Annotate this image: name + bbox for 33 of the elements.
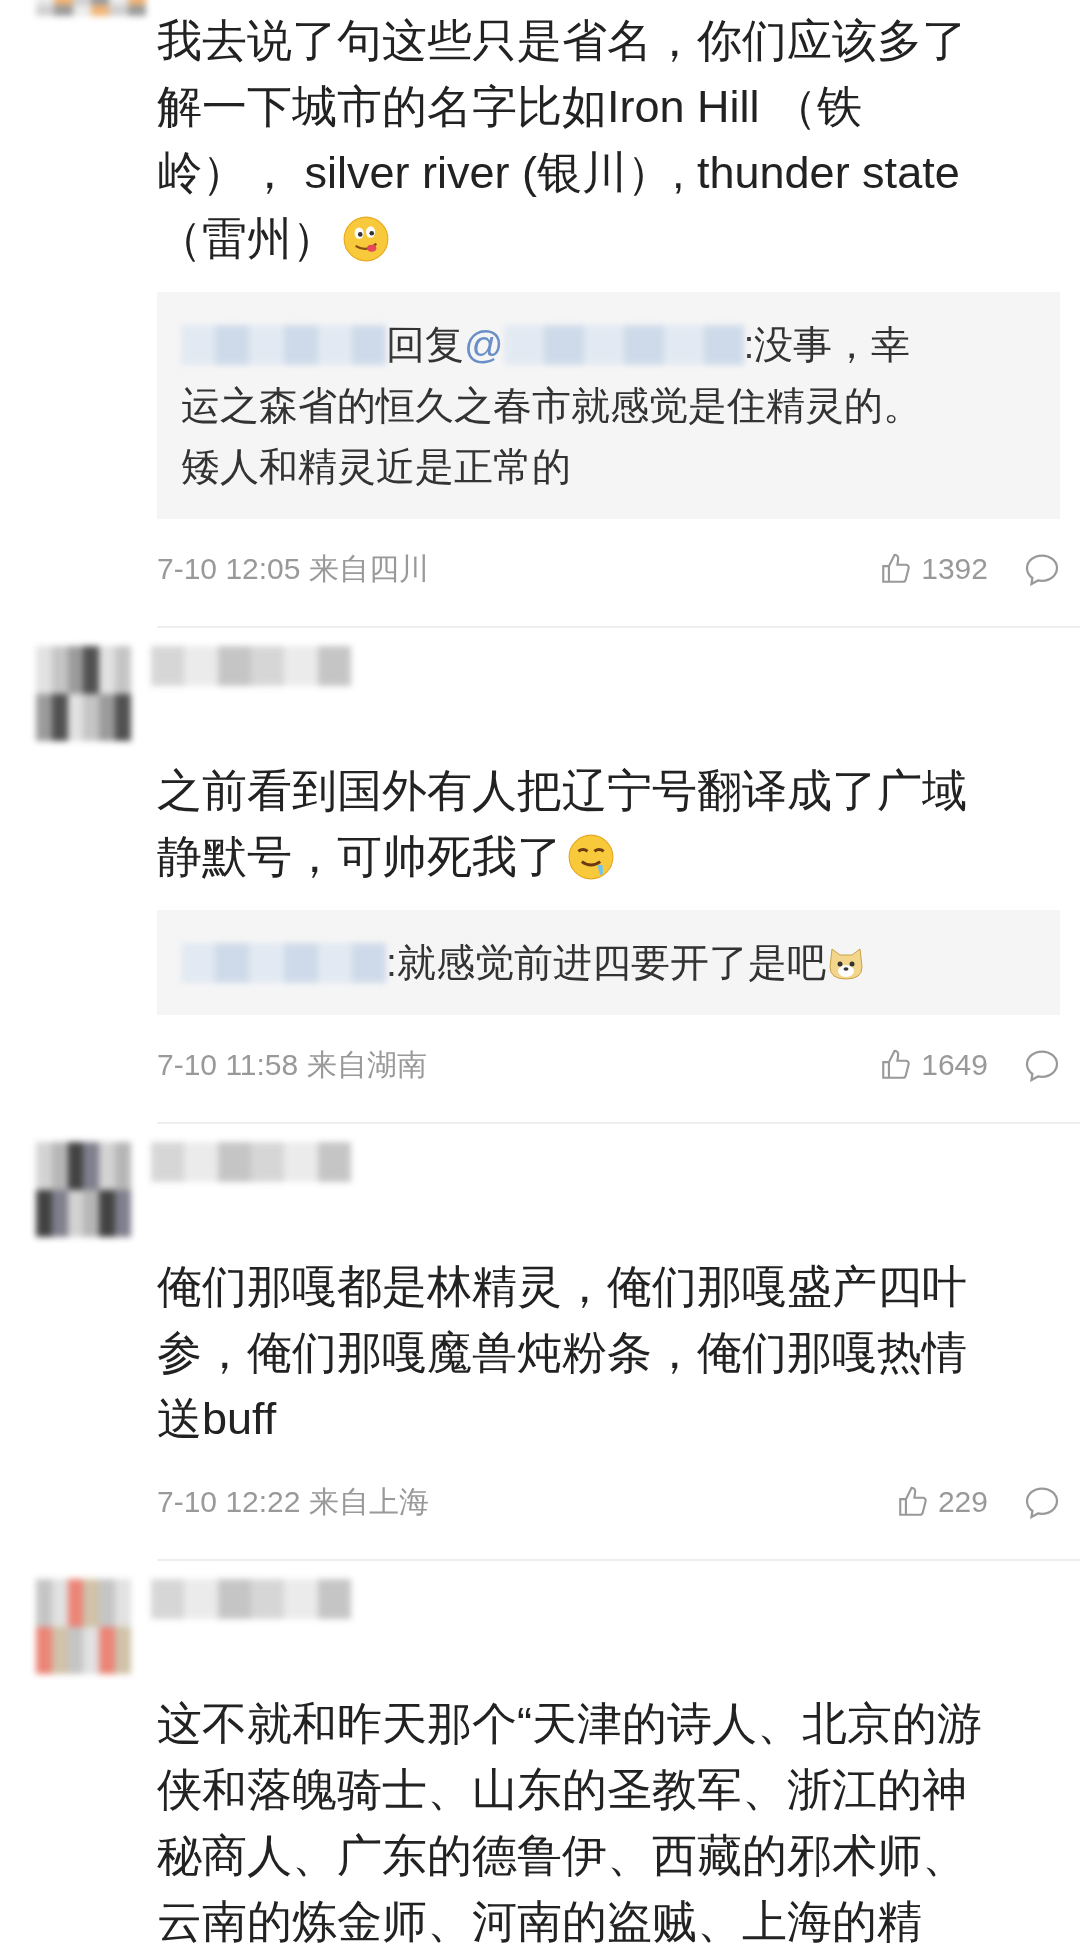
comment-text: （雷州） — [157, 212, 337, 266]
comment-text: 解一下城市的名字比如Iron Hill （铁 — [157, 80, 863, 134]
comment-text: 秘商人、广东的德鲁伊、西藏的邪术师、 — [157, 1829, 967, 1883]
speech-bubble-icon — [1024, 552, 1060, 586]
comment-time: 7-10 11:58 来自湖南 — [157, 1046, 427, 1083]
comment-button[interactable] — [1024, 1485, 1060, 1519]
mention-link[interactable]: @ — [464, 314, 504, 375]
like-button[interactable]: 1649 — [879, 1048, 988, 1082]
comment-text: 送buff — [157, 1392, 277, 1446]
reply-text: 矮人和精灵近是正常的 — [181, 444, 571, 490]
comment-text: 参，俺们那嘎魔兽炖粉条，俺们那嘎热情 — [157, 1326, 967, 1380]
drooling-face-icon — [568, 834, 614, 880]
comment-text: 之前看到国外有人把辽宁号翻译成了广域 — [157, 764, 967, 818]
comment-text: 俺们那嘎都是林精灵，俺们那嘎盛产四叶 — [157, 1260, 967, 1314]
comment-button[interactable] — [1024, 552, 1060, 586]
tongue-face-icon — [343, 216, 389, 262]
comment-text: 我去说了句这些只是省名，你们应该多了 — [157, 14, 967, 68]
comment-time: 7-10 12:05 来自四川 — [157, 550, 429, 587]
reply-label: 回复 — [386, 322, 464, 368]
like-button[interactable]: 229 — [895, 1485, 988, 1519]
comment-button[interactable] — [1024, 1048, 1060, 1082]
comment-text: 这不就和昨天那个“天津的诗人、北京的游 — [157, 1697, 982, 1751]
comment-text: 侠和落魄骑士、山东的圣教军、浙江的神 — [157, 1763, 967, 1817]
reply-text: 运之森省的恒久之春市就感觉是住精灵的。 — [181, 383, 922, 429]
comment-text: 静默号，可帅死我了 — [157, 830, 562, 884]
comment-text: 岭）， silver river (银川）, thunder state — [157, 146, 960, 200]
like-button[interactable]: 1392 — [879, 552, 988, 586]
reply-text: :没事，幸 — [743, 322, 911, 368]
comment-text: 云南的炼金师、河南的盗贼、上海的精 — [157, 1895, 922, 1949]
speech-bubble-icon — [1024, 1048, 1060, 1082]
comment-time: 7-10 12:22 来自上海 — [157, 1483, 429, 1520]
reply-text: :就感觉前进四要开了是吧 — [386, 940, 826, 986]
speech-bubble-icon — [1024, 1485, 1060, 1519]
